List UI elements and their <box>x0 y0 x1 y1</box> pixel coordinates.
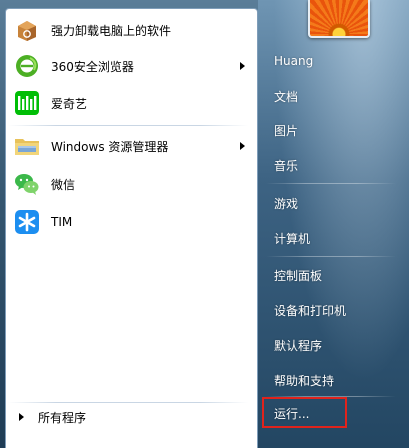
program-item-360-browser[interactable]: 360安全浏览器 <box>9 49 253 83</box>
program-item-uninstaller[interactable]: 强力卸载电脑上的软件 <box>9 13 253 47</box>
right-item-music[interactable]: 音乐 <box>264 152 404 178</box>
program-item-windows-explorer[interactable]: Windows 资源管理器 <box>9 129 253 163</box>
right-item-help-support[interactable]: 帮助和支持 <box>264 367 404 393</box>
program-label: TIM <box>51 215 73 229</box>
program-item-iqiyi[interactable]: 爱奇艺 <box>9 86 253 120</box>
right-item-default-programs[interactable]: 默认程序 <box>264 332 404 358</box>
right-divider <box>266 256 396 257</box>
program-label: Windows 资源管理器 <box>51 139 169 154</box>
right-item-devices-printers[interactable]: 设备和打印机 <box>264 297 404 323</box>
right-item-pictures[interactable]: 图片 <box>264 117 404 143</box>
right-divider <box>266 183 396 184</box>
right-item-computer[interactable]: 计算机 <box>264 225 404 251</box>
all-programs-button[interactable]: 所有程序 <box>5 406 249 428</box>
folder-icon <box>13 132 41 160</box>
wechat-icon <box>13 170 41 198</box>
start-menu: 强力卸载电脑上的软件 360安全浏览器 爱奇艺 Windows 资源管理器 微信… <box>0 0 409 448</box>
program-item-wechat[interactable]: 微信 <box>9 167 253 201</box>
right-item-games[interactable]: 游戏 <box>264 190 404 216</box>
program-label: 爱奇艺 <box>51 96 88 111</box>
iqiyi-icon <box>13 89 41 117</box>
program-label: 微信 <box>51 177 76 192</box>
submenu-arrow-icon <box>240 142 245 150</box>
tim-icon <box>13 208 41 236</box>
right-item-documents[interactable]: 文档 <box>264 83 404 109</box>
submenu-arrow-icon <box>240 62 245 70</box>
user-picture[interactable] <box>308 0 370 38</box>
program-label: 强力卸载电脑上的软件 <box>51 23 172 38</box>
all-programs-divider <box>8 402 248 403</box>
uninstaller-icon <box>13 16 41 44</box>
right-item-control-panel[interactable]: 控制面板 <box>264 262 404 288</box>
right-item-user[interactable]: Huang <box>264 48 404 74</box>
all-programs-arrow-icon <box>19 413 24 421</box>
all-programs-label: 所有程序 <box>38 410 87 425</box>
run-highlight-box <box>262 397 347 428</box>
program-item-tim[interactable]: TIM <box>9 205 253 239</box>
program-list-divider <box>8 125 248 126</box>
program-label: 360安全浏览器 <box>51 59 134 74</box>
360-browser-icon <box>13 52 41 80</box>
